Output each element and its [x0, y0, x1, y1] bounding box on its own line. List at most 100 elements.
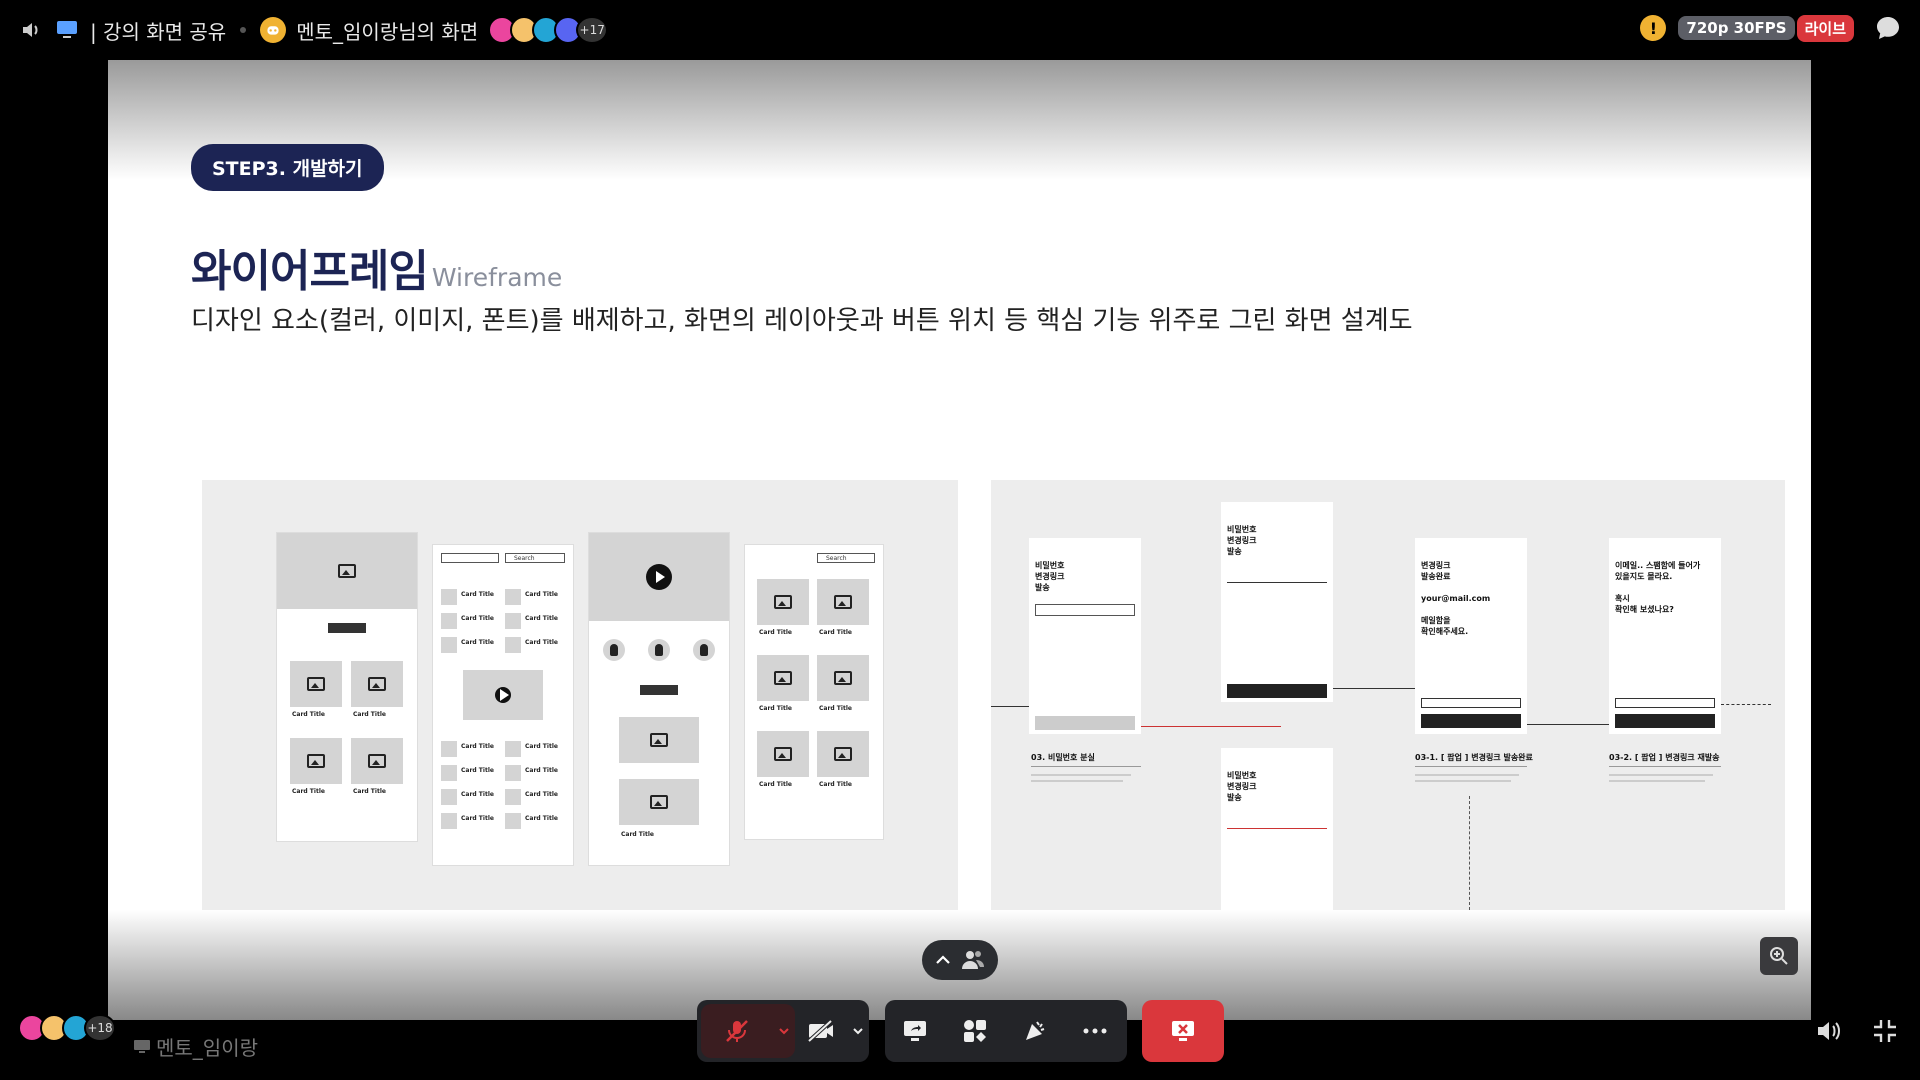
list-item: Card Title	[441, 813, 501, 829]
more-options-button[interactable]	[1065, 1000, 1125, 1062]
list-thumb	[505, 789, 521, 805]
leave-stream-button[interactable]	[1142, 1000, 1224, 1062]
wireframe-button	[328, 623, 366, 633]
leave-stream-icon	[1172, 1021, 1194, 1041]
top-bar: | 강의 화면 공유 멘토_임이랑님의 화면 +17	[0, 0, 1920, 60]
image-placeholder	[277, 533, 417, 609]
activity-controls	[885, 1000, 1127, 1062]
list-item: Card Title	[505, 637, 565, 653]
search-label: Search	[514, 555, 535, 562]
screen-heading: 이메일.. 스팸함에 들어가 있을지도 몰라요. 혹시 확인해 보셨나요?	[1615, 561, 1701, 614]
card-title: Card Title	[292, 711, 325, 718]
screen-share-button[interactable]	[885, 1000, 945, 1062]
search-label: Search	[826, 555, 847, 562]
card-title: Card Title	[759, 781, 792, 788]
disabled-button	[1035, 716, 1135, 730]
warning-icon[interactable]: !	[1640, 15, 1667, 41]
list-item: Card Title	[441, 765, 501, 781]
list-item-title: Card Title	[461, 767, 494, 774]
viewer-count: +17	[576, 16, 609, 44]
slide-heading: 와이어프레임 Wireframe	[191, 235, 562, 299]
image-icon	[307, 754, 325, 768]
screen-heading: 변경링크 발송완료 your@mail.com 메일함을 확인해주세요.	[1421, 561, 1491, 636]
chevron-up-icon	[936, 955, 950, 964]
flow-screen-5: 비밀번호 변경링크 발송	[1221, 748, 1333, 910]
card-title: Card Title	[759, 629, 792, 636]
card-image	[757, 655, 809, 701]
card-title: Card Title	[819, 629, 852, 636]
volume-button[interactable]	[1812, 1014, 1846, 1048]
caption-text-line	[1415, 774, 1519, 776]
bottom-bar: +18 멘토_임이랑	[0, 1000, 1920, 1080]
wireframe-button	[640, 685, 678, 695]
card-image	[817, 731, 869, 777]
image-icon	[650, 795, 668, 809]
resend-button	[1615, 698, 1715, 708]
viewer-avatars[interactable]: +17	[488, 16, 609, 44]
video-options-button[interactable]	[847, 1000, 869, 1062]
error-underline	[1227, 828, 1327, 829]
shared-screen: STEP3. 개발하기 와이어프레임 Wireframe 디자인 요소(컬러, …	[108, 60, 1811, 1020]
card-title: Card Title	[353, 788, 386, 795]
caption-underline	[1031, 766, 1141, 767]
list-item: Card Title	[441, 741, 501, 757]
list-item-title: Card Title	[525, 767, 558, 774]
camera-button[interactable]	[795, 1000, 847, 1062]
participant-avatars[interactable]: +18	[18, 1014, 116, 1042]
flow-screen-2: 비밀번호 변경링크 발송	[1221, 502, 1333, 702]
card-image	[757, 731, 809, 777]
flow-caption: 03-1. [ 팝업 ] 변경링크 발송완료	[1415, 753, 1533, 762]
search-placeholder: Search	[505, 553, 565, 563]
image-icon	[368, 677, 386, 691]
list-thumb	[505, 813, 521, 829]
mute-button[interactable]	[701, 1004, 773, 1058]
wireframe-screen-1: Card Title Card Title Card Title Card Ti…	[276, 532, 418, 842]
activities-button[interactable]	[945, 1000, 1005, 1062]
volume-icon	[1818, 1022, 1840, 1040]
confirm-button	[1421, 714, 1521, 728]
speaker-stream-icon[interactable]	[18, 17, 44, 43]
profile-icon	[603, 639, 625, 661]
email-underline	[1227, 582, 1327, 583]
email-field	[1035, 604, 1135, 616]
audio-options-button[interactable]	[773, 1004, 795, 1058]
list-thumb	[505, 637, 521, 653]
image-icon	[834, 671, 852, 685]
caption-text-line	[1609, 774, 1713, 776]
soundboard-button[interactable]	[1005, 1000, 1065, 1062]
expand-participants-button[interactable]	[922, 940, 998, 980]
wireframe-screen-2: Search Card Title Card Title Card Title …	[432, 544, 574, 866]
screen-heading: 비밀번호 변경링크 발송	[1227, 525, 1257, 556]
send-button	[1227, 684, 1327, 698]
zoom-in-button[interactable]	[1760, 937, 1798, 975]
list-item-title: Card Title	[461, 615, 494, 622]
exit-fullscreen-button[interactable]	[1868, 1014, 1902, 1048]
flow-screen-1: 비밀번호 변경링크 발송	[1029, 538, 1141, 734]
card-image	[351, 738, 403, 784]
image-icon	[650, 733, 668, 747]
list-item-title: Card Title	[461, 591, 494, 598]
list-item: Card Title	[505, 741, 565, 757]
list-item-title: Card Title	[525, 615, 558, 622]
list-item: Card Title	[441, 637, 501, 653]
microphone-muted-icon	[726, 1020, 748, 1042]
chevron-down-icon	[779, 1028, 789, 1035]
chat-bubble-icon[interactable]	[1874, 14, 1902, 42]
image-icon	[774, 595, 792, 609]
search-placeholder: Search	[817, 553, 875, 563]
list-item-title: Card Title	[525, 791, 558, 798]
screen-share-icon	[54, 17, 80, 43]
caption-text-line	[1415, 780, 1511, 782]
list-item: Card Title	[441, 613, 501, 629]
list-thumb	[441, 613, 457, 629]
list-item-title: Card Title	[525, 815, 558, 822]
flow-line-dashed	[1469, 796, 1470, 910]
participant-count: +18	[84, 1014, 116, 1042]
caption-underline	[1415, 766, 1527, 767]
flow-line	[991, 706, 1029, 707]
card-image	[290, 738, 342, 784]
camera-off-icon	[807, 1020, 833, 1042]
slide-title-en: Wireframe	[431, 263, 563, 292]
dropdown-placeholder	[441, 553, 499, 563]
video-placeholder	[463, 670, 543, 720]
